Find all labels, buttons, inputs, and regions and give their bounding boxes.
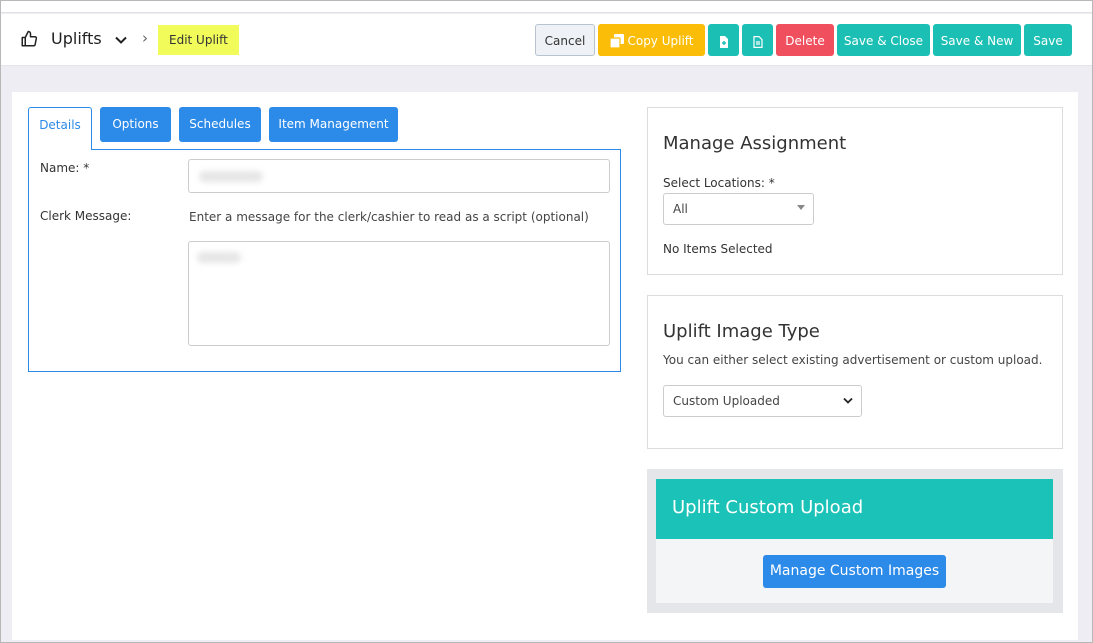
breadcrumb-separator: › [142, 29, 148, 47]
delete-button[interactable]: Delete [776, 24, 834, 56]
module-title[interactable]: Uplifts [51, 29, 102, 48]
image-type-select[interactable]: Custom Uploaded [663, 385, 862, 417]
tab-schedules[interactable]: Schedules [179, 107, 261, 142]
copy-icon [609, 34, 624, 49]
chevron-down-icon [843, 397, 853, 404]
clerk-message-help: Enter a message for the clerk/cashier to… [189, 210, 589, 224]
save-new-button[interactable]: Save & New [933, 24, 1021, 56]
save-close-button[interactable]: Save & Close [837, 24, 930, 56]
locations-select-value: All [673, 202, 688, 216]
clerk-message-label: Clerk Message: [40, 209, 132, 223]
top-strip [1, 1, 1092, 13]
save-button[interactable]: Save [1024, 24, 1072, 56]
tab-options[interactable]: Options [100, 107, 171, 142]
file-text-icon [752, 35, 763, 48]
select-locations-label: Select Locations: * [663, 176, 775, 190]
redacted-message [197, 252, 241, 263]
new-document-button[interactable] [708, 24, 739, 56]
document-button[interactable] [742, 24, 773, 56]
tab-item-management[interactable]: Item Management [269, 107, 398, 142]
redacted-name [199, 171, 263, 182]
page-header: Uplifts › Edit Uplift Cancel Copy Uplift… [1, 14, 1092, 66]
chevron-down-icon[interactable] [114, 33, 128, 47]
manage-custom-images-button[interactable]: Manage Custom Images [763, 555, 946, 588]
custom-upload-header: Uplift Custom Upload [656, 479, 1053, 539]
manage-assignment-title: Manage Assignment [663, 133, 847, 154]
caret-down-icon [797, 205, 805, 210]
name-input[interactable] [188, 159, 610, 193]
custom-upload-title: Uplift Custom Upload [672, 497, 864, 518]
name-label: Name: * [40, 161, 90, 175]
no-items-text: No Items Selected [663, 242, 773, 256]
image-type-select-value: Custom Uploaded [673, 394, 780, 408]
file-plus-icon [719, 35, 728, 48]
copy-uplift-label: Copy Uplift [627, 34, 694, 48]
clerk-message-textarea[interactable] [188, 241, 610, 346]
copy-uplift-button[interactable]: Copy Uplift [598, 24, 705, 56]
image-type-card: Uplift Image Type You can either select … [647, 295, 1063, 449]
thumbs-up-icon [21, 30, 38, 47]
locations-select[interactable]: All [663, 193, 814, 225]
manage-assignment-card: Manage Assignment Select Locations: * Al… [647, 107, 1063, 275]
cancel-button[interactable]: Cancel [535, 24, 595, 56]
image-type-title: Uplift Image Type [663, 321, 820, 342]
image-type-help: You can either select existing advertise… [663, 353, 1043, 367]
breadcrumb-current: Edit Uplift [158, 25, 239, 55]
tab-details[interactable]: Details [28, 107, 92, 150]
details-panel: Name: * Clerk Message: Enter a message f… [28, 149, 621, 372]
